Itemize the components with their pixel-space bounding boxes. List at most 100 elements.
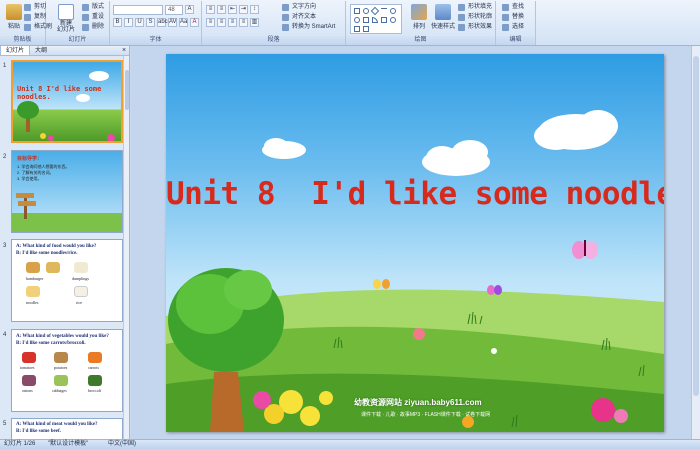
- circle-shape-icon[interactable]: [354, 17, 360, 23]
- language-status: 中文(中国): [108, 441, 136, 447]
- numbering-button[interactable]: ≡: [217, 5, 226, 14]
- slide-title[interactable]: Unit 8 I'd like some noodles.: [166, 176, 664, 212]
- workspace-scrollbar[interactable]: [691, 46, 700, 439]
- slide-thumbnail-2[interactable]: 目标导学： 1. 学会询问他人想要的东西。 2. 了解有关的名词。 3. 学会使…: [11, 150, 123, 233]
- shapes-gallery[interactable]: [350, 4, 402, 34]
- thumb-heading: A: What kind of vegetables would you lik…: [16, 334, 109, 339]
- shape-effects-button[interactable]: 形状效果: [458, 23, 492, 32]
- curve-shape-icon[interactable]: [372, 17, 378, 23]
- bullets-button[interactable]: ≡: [206, 5, 215, 14]
- scrollbar-thumb[interactable]: [125, 70, 129, 110]
- paste-button[interactable]: 粘贴: [2, 4, 26, 34]
- font-group: 48 A B I U S abc AV Aa A 字体: [110, 1, 202, 45]
- slide-thumbnail-3[interactable]: A: What kind of food would you like? B: …: [11, 239, 123, 322]
- butterfly-icon: [572, 240, 598, 259]
- rectangle-shape-icon[interactable]: [354, 8, 360, 14]
- star-shape-icon[interactable]: [390, 17, 396, 23]
- slide-thumbnail-1[interactable]: Unit 8 I'd like some noodles.: [11, 60, 123, 143]
- panel-tabs: 幻灯片 大纲 ×: [0, 46, 129, 56]
- underline-button[interactable]: U: [135, 18, 144, 27]
- slide-thumbnail-5[interactable]: A: What kind of meat would you like? B: …: [11, 418, 123, 439]
- shape-fill-button[interactable]: 形状填充: [458, 3, 492, 12]
- quick-styles-button[interactable]: 快速样式: [430, 4, 456, 34]
- slides-panel: 幻灯片 大纲 × 1 Unit 8 I'd like some noodles.…: [0, 46, 130, 439]
- new-slide-button[interactable]: 新建 幻灯片: [52, 4, 80, 34]
- diamond-shape-icon[interactable]: [370, 6, 380, 16]
- rounded-rect-icon[interactable]: [390, 8, 396, 14]
- shadow-button[interactable]: S: [146, 18, 155, 27]
- align-left-button[interactable]: ≡: [206, 18, 215, 27]
- align-center-button[interactable]: ≡: [217, 18, 226, 27]
- grow-font-button[interactable]: A: [185, 5, 194, 14]
- noodles-icon: [26, 286, 40, 297]
- arrow-shape-icon[interactable]: [354, 26, 360, 32]
- justify-button[interactable]: ≡: [239, 18, 248, 27]
- brace-shape-icon[interactable]: [363, 26, 369, 32]
- food-label: onions: [22, 388, 33, 393]
- food-label: tomatoes: [20, 365, 35, 370]
- thumb-heading: A: What kind of meat would you like?: [16, 422, 98, 427]
- align-right-button[interactable]: ≡: [228, 18, 237, 27]
- decrease-indent-button[interactable]: ⇤: [228, 5, 237, 14]
- delete-slide-button[interactable]: 删除: [82, 23, 104, 32]
- cut-button[interactable]: 剪切: [24, 3, 46, 12]
- ribbon: 粘贴 剪切 复制 格式刷 剪贴板 新建 幻灯片 版式 重设 删除 幻灯片 48 …: [0, 0, 700, 46]
- bold-button[interactable]: B: [113, 18, 122, 27]
- shape-outline-button[interactable]: 形状轮廓: [458, 13, 492, 22]
- align-text-button[interactable]: 对齐文本: [282, 13, 316, 22]
- clipboard-group: 粘贴 剪切 复制 格式刷 剪贴板: [0, 1, 52, 45]
- layout-button[interactable]: 版式: [82, 3, 104, 12]
- slide-thumbnail-4[interactable]: A: What kind of vegetables would you lik…: [11, 329, 123, 412]
- cabbages-icon: [54, 375, 68, 386]
- oval-shape-icon[interactable]: [363, 8, 369, 14]
- slide-workspace: Unit 8 I'd like some noodles. 幼教资源网站 ziy…: [131, 46, 700, 439]
- spacing-button[interactable]: AV: [168, 18, 177, 27]
- smartart-button[interactable]: 转换为 SmartArt: [282, 23, 335, 32]
- slide-canvas[interactable]: Unit 8 I'd like some noodles. 幼教资源网站 ziy…: [166, 54, 664, 432]
- paragraph-group: ≡ ≡ ⇤ ⇥ ↕ ≡ ≡ ≡ ≡ ▥ 文字方向 对齐文本 转换为 SmartA…: [202, 1, 346, 45]
- font-color-button[interactable]: A: [190, 18, 199, 27]
- reset-button[interactable]: 重设: [82, 13, 104, 22]
- tab-slides[interactable]: 幻灯片: [0, 46, 31, 55]
- panel-scrollbar[interactable]: [123, 56, 129, 439]
- editing-group-label: 编辑: [496, 36, 535, 45]
- thumb-scene-icon: [17, 71, 115, 141]
- replace-button[interactable]: 替换: [502, 13, 524, 22]
- hamburger-icon: [46, 262, 60, 273]
- potatoes-icon: [54, 352, 68, 363]
- thumb-heading: B: I'd like some carrots/broccoli.: [16, 341, 86, 346]
- strike-button[interactable]: abc: [157, 18, 168, 27]
- find-button[interactable]: 查找: [502, 3, 524, 12]
- copy-button[interactable]: 复制: [24, 13, 46, 22]
- callout-shape-icon[interactable]: [381, 17, 387, 23]
- italic-button[interactable]: I: [124, 18, 133, 27]
- list-buttons-row: ≡ ≡ ⇤ ⇥ ↕: [206, 5, 259, 14]
- increase-indent-button[interactable]: ⇥: [239, 5, 248, 14]
- font-name-combo[interactable]: [113, 5, 163, 15]
- text-direction-button[interactable]: 文字方向: [282, 3, 316, 12]
- case-button[interactable]: Aa: [179, 18, 188, 27]
- scrollbar-thumb[interactable]: [693, 56, 699, 396]
- slides-group: 新建 幻灯片 版式 重设 删除 幻灯片: [46, 1, 110, 45]
- thumb-heading: A: What kind of food would you like?: [16, 244, 97, 249]
- select-button[interactable]: 选择: [502, 23, 524, 32]
- close-icon[interactable]: ×: [119, 46, 129, 55]
- arrange-button[interactable]: 排列: [408, 4, 430, 34]
- paste-icon: [6, 4, 22, 20]
- status-bar: 幻灯片 1/26 "默认设计模板" 中文(中国): [0, 439, 700, 449]
- line-spacing-button[interactable]: ↕: [250, 5, 259, 14]
- slide-background-scene: [166, 110, 664, 432]
- food-label: dumplings: [72, 276, 89, 281]
- thumb-signpost-icon: [12, 193, 122, 232]
- food-label: cabbages: [52, 388, 67, 393]
- tab-outline[interactable]: 大纲: [30, 46, 52, 55]
- line-shape-icon[interactable]: [381, 8, 387, 14]
- tomatoes-icon: [22, 352, 36, 363]
- square-shape-icon[interactable]: [363, 17, 369, 23]
- font-size-combo[interactable]: 48: [165, 5, 183, 15]
- onions-icon: [22, 375, 36, 386]
- columns-button[interactable]: ▥: [250, 18, 259, 27]
- align-buttons-row: ≡ ≡ ≡ ≡ ▥: [206, 18, 259, 27]
- thumb-heading: B: I'd like some noodles/rice.: [16, 251, 78, 256]
- quick-styles-icon: [435, 4, 451, 20]
